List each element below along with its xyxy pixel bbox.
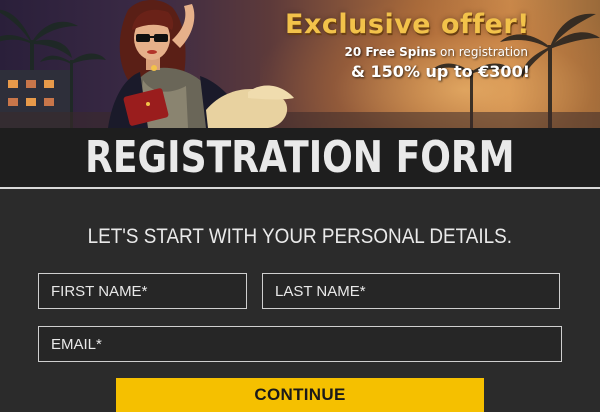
page-title: REGISTRATION FORM: [85, 132, 515, 183]
offer-free-spins-line: 20 Free Spins on registration: [260, 42, 528, 62]
title-bar: REGISTRATION FORM: [0, 128, 600, 188]
offer-free-spins: 20 Free Spins: [344, 45, 437, 59]
offer-free-spins-suffix: on registration: [436, 45, 528, 59]
registration-form: LET'S START WITH YOUR PERSONAL DETAILS. …: [0, 189, 600, 412]
last-name-field[interactable]: [262, 273, 560, 309]
first-name-field[interactable]: [38, 273, 247, 309]
email-field[interactable]: [38, 326, 562, 362]
offer-block: Exclusive offer! 20 Free Spins on regist…: [260, 8, 530, 82]
offer-title: Exclusive offer!: [285, 9, 530, 40]
promo-banner[interactable]: Exclusive offer! 20 Free Spins on regist…: [0, 0, 600, 128]
form-subtitle-text: LET'S START WITH YOUR PERSONAL DETAILS.: [87, 225, 513, 248]
form-subtitle: LET'S START WITH YOUR PERSONAL DETAILS.: [0, 225, 600, 249]
continue-button[interactable]: CONTINUE: [116, 378, 484, 412]
offer-bonus-line: & 150% up to €300!: [351, 62, 530, 81]
